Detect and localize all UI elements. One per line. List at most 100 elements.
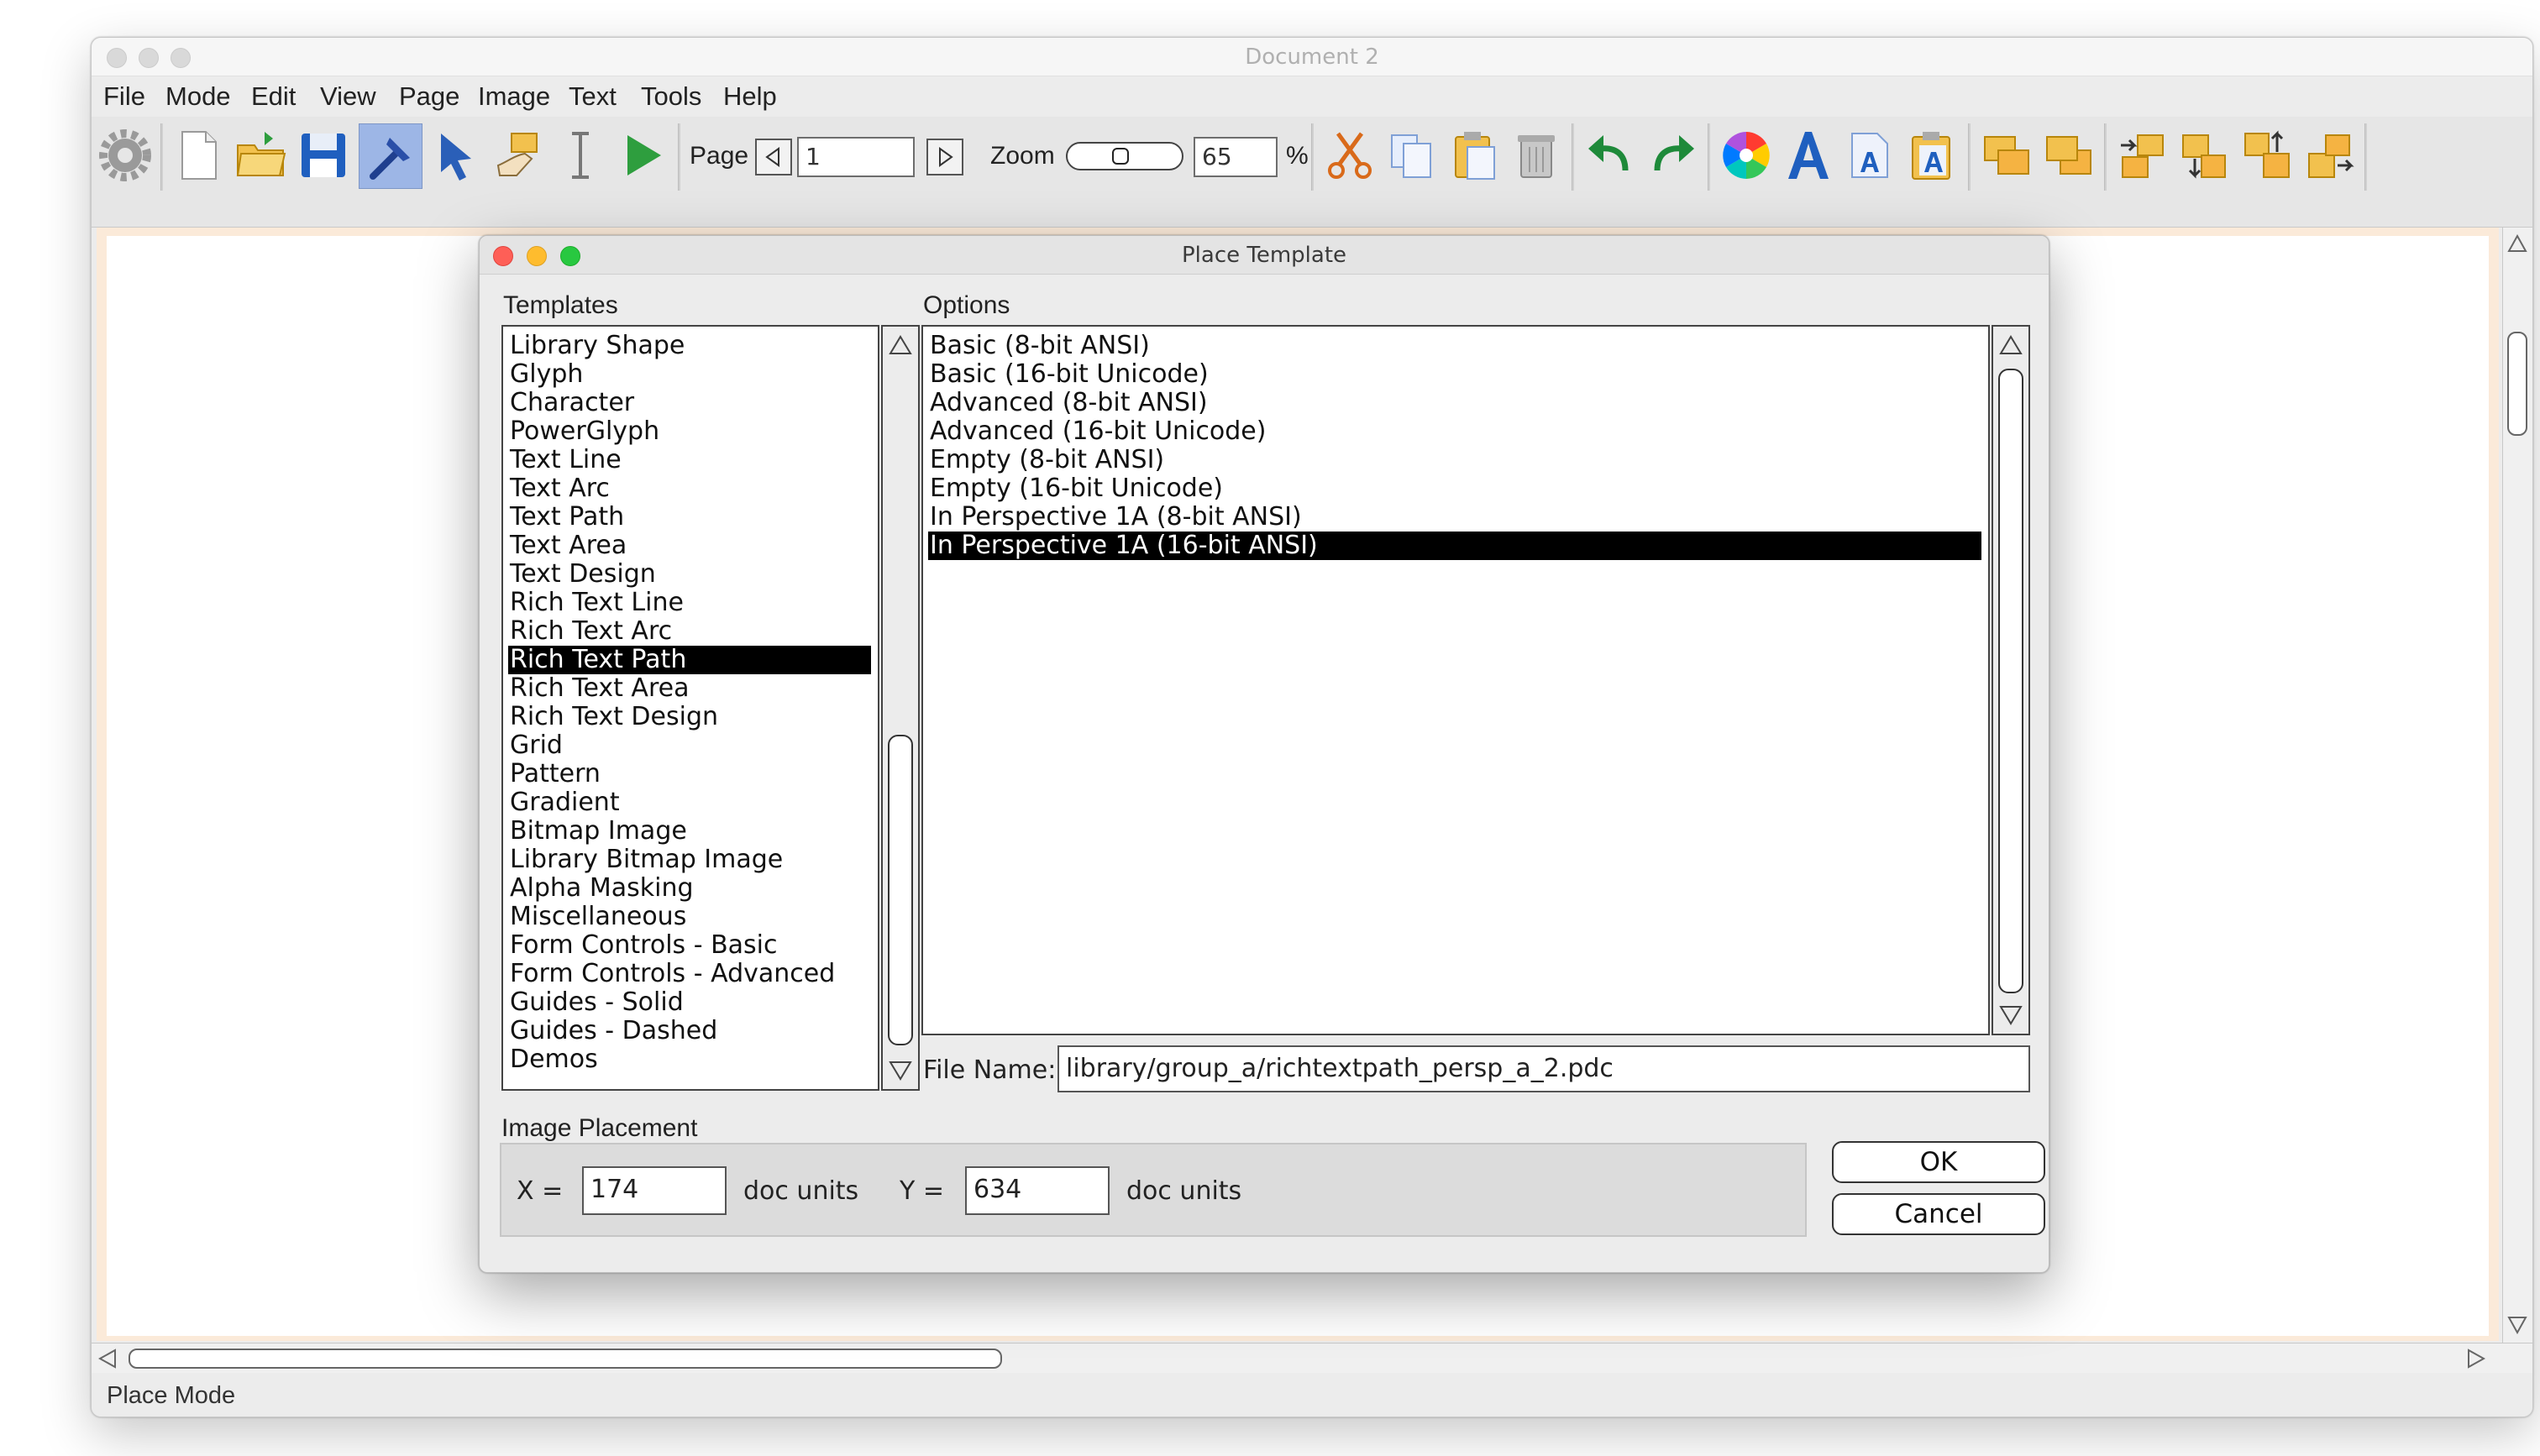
send-backward-icon[interactable] xyxy=(2037,123,2101,189)
cut-scissors-icon[interactable] xyxy=(1318,123,1382,189)
scroll-down-arrow[interactable] xyxy=(1993,998,2028,1032)
template-list-item[interactable]: PowerGlyph xyxy=(508,417,871,446)
option-list-item[interactable]: Empty (16-bit Unicode) xyxy=(928,474,1981,503)
y-coordinate-field[interactable]: 634 xyxy=(965,1166,1110,1215)
template-list-item[interactable]: Rich Text Line xyxy=(508,589,871,617)
align-bottom-icon[interactable] xyxy=(2173,123,2237,189)
horizontal-scrollbar[interactable] xyxy=(92,1343,2532,1373)
options-scrollbar[interactable] xyxy=(1992,325,2030,1035)
template-list-item[interactable]: Guides - Solid xyxy=(508,988,871,1017)
template-list-item[interactable]: Rich Text Design xyxy=(508,703,871,731)
trash-icon[interactable] xyxy=(1504,123,1568,189)
menu-help[interactable]: Help xyxy=(723,76,777,117)
template-list-item[interactable]: Glyph xyxy=(508,360,871,389)
template-list-item[interactable]: Character xyxy=(508,389,871,417)
template-list-item[interactable]: Alpha Masking xyxy=(508,874,871,903)
template-list-item[interactable]: Rich Text Arc xyxy=(508,617,871,646)
option-list-item[interactable]: Advanced (8-bit ANSI) xyxy=(928,389,1981,417)
option-list-item[interactable]: In Perspective 1A (8-bit ANSI) xyxy=(928,503,1981,532)
save-disk-icon[interactable] xyxy=(291,123,355,189)
redo-icon[interactable] xyxy=(1640,123,1704,189)
copy-icon[interactable] xyxy=(1380,123,1444,189)
hammer-tool-icon[interactable] xyxy=(359,123,422,189)
template-list-item[interactable]: Rich Text Area xyxy=(508,674,871,703)
template-list-item[interactable]: Library Shape xyxy=(508,332,871,360)
zoom-slider[interactable] xyxy=(1066,142,1183,170)
open-folder-icon[interactable] xyxy=(229,123,293,189)
template-list-item[interactable]: Guides - Dashed xyxy=(508,1017,871,1045)
ok-button[interactable]: OK xyxy=(1832,1141,2045,1183)
font-icon[interactable] xyxy=(1776,123,1840,189)
text-clipboard-icon[interactable] xyxy=(1901,123,1965,189)
template-list-item[interactable]: Gradient xyxy=(508,788,871,817)
templates-listbox[interactable]: Library Shape Glyph Character PowerGlyph Tex… xyxy=(501,325,879,1091)
scroll-up-arrow[interactable] xyxy=(2503,229,2532,259)
paste-icon[interactable] xyxy=(1442,123,1506,189)
scroll-left-arrow[interactable] xyxy=(93,1343,123,1374)
template-list-item[interactable]: Pattern xyxy=(508,760,871,788)
align-left-icon[interactable] xyxy=(2111,123,2175,189)
menu-view[interactable]: View xyxy=(320,76,376,117)
scroll-down-arrow[interactable] xyxy=(2503,1311,2532,1341)
undo-icon[interactable] xyxy=(1578,123,1642,189)
color-wheel-icon[interactable] xyxy=(1714,123,1778,189)
x-coordinate-field[interactable]: 174 xyxy=(582,1166,727,1215)
template-list-item[interactable]: Demos xyxy=(508,1045,871,1074)
template-list-item[interactable]: Rich Text Path xyxy=(508,646,871,674)
text-cursor-icon[interactable] xyxy=(548,123,612,189)
vertical-scroll-thumb[interactable] xyxy=(2507,332,2527,436)
toolbar-separator xyxy=(678,123,680,191)
options-listbox[interactable]: Basic (8-bit ANSI) Basic (16-bit Unicode)… xyxy=(921,325,1990,1035)
template-list-item[interactable]: Library Bitmap Image xyxy=(508,846,871,874)
template-list-item[interactable]: Text Design xyxy=(508,560,871,589)
x-label: X = xyxy=(517,1176,564,1206)
menu-text[interactable]: Text xyxy=(569,76,617,117)
template-list-item[interactable]: Text Path xyxy=(508,503,871,532)
option-list-item[interactable]: Basic (8-bit ANSI) xyxy=(928,332,1981,360)
page-prev-button[interactable] xyxy=(755,139,792,175)
template-list-item[interactable]: Text Area xyxy=(508,532,871,560)
select-arrow-icon[interactable] xyxy=(424,123,488,189)
scroll-up-arrow[interactable] xyxy=(1993,328,2028,362)
template-list-item[interactable]: Text Line xyxy=(508,446,871,474)
templates-scrollbar[interactable] xyxy=(881,325,920,1091)
file-name-field[interactable]: library/group_a/richtextpath_persp_a_2.p… xyxy=(1057,1045,2030,1092)
new-document-icon[interactable] xyxy=(167,123,231,189)
template-list-item[interactable]: Text Arc xyxy=(508,474,871,503)
zoom-slider-knob[interactable] xyxy=(1111,148,1129,165)
align-top-icon[interactable] xyxy=(2235,123,2299,189)
play-icon[interactable] xyxy=(611,123,674,189)
horizontal-scroll-thumb[interactable] xyxy=(129,1349,1002,1369)
scroll-up-arrow[interactable] xyxy=(883,328,918,362)
bring-forward-icon[interactable] xyxy=(1975,123,2039,189)
template-list-item[interactable]: Form Controls - Advanced xyxy=(508,960,871,988)
menu-image[interactable]: Image xyxy=(478,76,550,117)
text-document-icon[interactable] xyxy=(1839,123,1902,189)
template-list-item[interactable]: Grid xyxy=(508,731,871,760)
option-list-item[interactable]: Empty (8-bit ANSI) xyxy=(928,446,1981,474)
option-list-item[interactable]: Advanced (16-bit Unicode) xyxy=(928,417,1981,446)
cancel-button[interactable]: Cancel xyxy=(1832,1193,2045,1235)
menu-page[interactable]: Page xyxy=(399,76,459,117)
settings-gear-icon[interactable] xyxy=(93,123,157,189)
page-next-button[interactable] xyxy=(926,139,963,175)
align-right-icon[interactable] xyxy=(2297,123,2361,189)
menu-file[interactable]: File xyxy=(103,76,145,117)
menu-mode[interactable]: Mode xyxy=(165,76,231,117)
option-list-item[interactable]: Basic (16-bit Unicode) xyxy=(928,360,1981,389)
scroll-right-arrow[interactable] xyxy=(2462,1343,2492,1374)
templates-scroll-thumb[interactable] xyxy=(888,735,913,1045)
place-hand-icon[interactable] xyxy=(486,123,550,189)
menu-tools[interactable]: Tools xyxy=(641,76,701,117)
zoom-value-field[interactable]: 65 xyxy=(1194,137,1278,177)
option-list-item[interactable]: In Perspective 1A (16-bit ANSI) xyxy=(928,532,1981,560)
page-number-field[interactable]: 1 xyxy=(797,137,915,177)
template-list-item[interactable]: Form Controls - Basic xyxy=(508,931,871,960)
toolbar-separator xyxy=(1572,123,1574,191)
options-scroll-thumb[interactable] xyxy=(1998,369,2023,993)
template-list-item[interactable]: Bitmap Image xyxy=(508,817,871,846)
menu-edit[interactable]: Edit xyxy=(251,76,296,117)
template-list-item[interactable]: Miscellaneous xyxy=(508,903,871,931)
scroll-down-arrow[interactable] xyxy=(883,1054,918,1087)
vertical-scrollbar[interactable] xyxy=(2502,228,2532,1343)
